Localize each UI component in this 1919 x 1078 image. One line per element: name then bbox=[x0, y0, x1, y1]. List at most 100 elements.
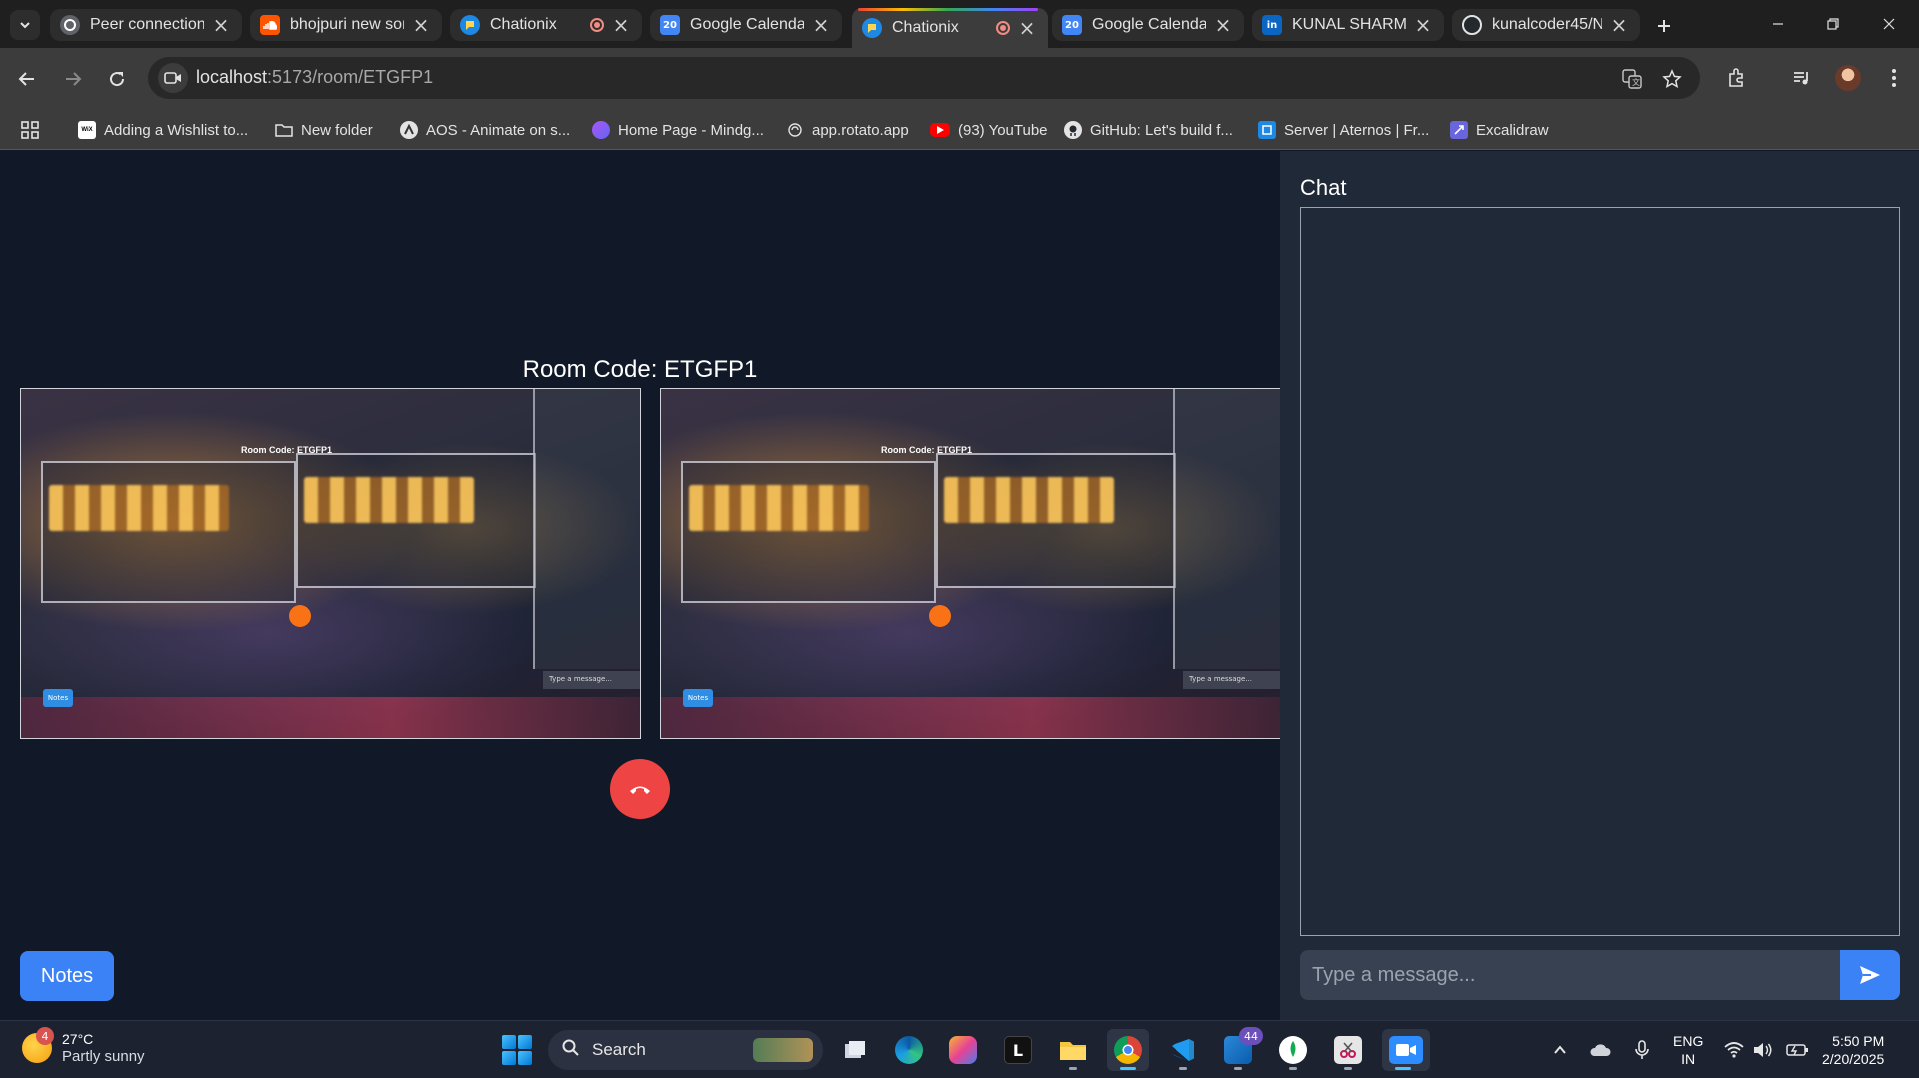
github-icon bbox=[1462, 15, 1482, 35]
bookmark-aos[interactable]: AOS - Animate on s... bbox=[400, 118, 570, 142]
chat-message-input[interactable] bbox=[1300, 950, 1840, 1000]
taskbar-file-explorer[interactable] bbox=[1052, 1029, 1094, 1071]
taskbar-search[interactable]: Search bbox=[548, 1030, 823, 1070]
apps-grid-icon[interactable] bbox=[20, 118, 40, 142]
reload-button[interactable] bbox=[100, 62, 134, 96]
input-language[interactable]: ENG IN bbox=[1673, 1032, 1703, 1068]
running-indicator bbox=[1344, 1067, 1352, 1070]
profile-avatar[interactable] bbox=[1835, 65, 1861, 91]
chationix-icon bbox=[460, 15, 480, 35]
show-hidden-icons[interactable] bbox=[1547, 1037, 1573, 1063]
taskbar-store[interactable]: 44 bbox=[1217, 1027, 1263, 1071]
new-tab-button[interactable] bbox=[1650, 12, 1678, 40]
url-text: localhost:5173/room/ETGFP1 bbox=[196, 67, 433, 88]
taskbar-l-app[interactable]: L bbox=[997, 1029, 1039, 1071]
taskbar-copilot[interactable] bbox=[942, 1029, 984, 1071]
task-view-button[interactable] bbox=[834, 1029, 876, 1071]
taskbar-mongodb[interactable] bbox=[1272, 1029, 1314, 1071]
bookmark-excalidraw[interactable]: Excalidraw bbox=[1450, 118, 1549, 142]
onedrive-icon[interactable] bbox=[1587, 1037, 1613, 1063]
clock-time: 5:50 PM bbox=[1832, 1033, 1885, 1049]
close-icon[interactable]: × bbox=[1016, 16, 1038, 40]
bookmark-wix[interactable]: WiX Adding a Wishlist to... bbox=[78, 118, 248, 142]
video-end-call-reflection bbox=[289, 605, 311, 627]
weather-text: 27°C Partly sunny bbox=[62, 1031, 145, 1065]
menu-kebab-icon[interactable] bbox=[1878, 62, 1910, 94]
address-bar[interactable]: localhost:5173/room/ETGFP1 文 bbox=[148, 57, 1700, 99]
close-icon[interactable]: × bbox=[1412, 13, 1434, 37]
notification-badge: 44 bbox=[1239, 1027, 1263, 1045]
restore-button[interactable] bbox=[1810, 8, 1856, 40]
bookmark-youtube[interactable]: (93) YouTube bbox=[930, 118, 1048, 142]
volume-icon[interactable] bbox=[1750, 1037, 1776, 1063]
peer-icon bbox=[60, 15, 80, 35]
bookmark-rotato[interactable]: app.rotato.app bbox=[786, 118, 909, 142]
close-icon[interactable]: × bbox=[410, 13, 432, 37]
weather-widget[interactable]: 4 27°C Partly sunny bbox=[22, 1027, 145, 1065]
bookmark-new-folder[interactable]: New folder bbox=[275, 118, 373, 142]
back-button[interactable] bbox=[10, 62, 44, 96]
arrow-right-icon bbox=[66, 72, 82, 86]
taskbar-chrome[interactable] bbox=[1107, 1029, 1149, 1071]
video-glow bbox=[304, 477, 474, 523]
system-clock[interactable]: 5:50 PM 2/20/2025 bbox=[1822, 1032, 1884, 1068]
minimize-icon bbox=[1773, 23, 1783, 25]
close-icon[interactable]: × bbox=[610, 13, 632, 37]
close-icon[interactable]: × bbox=[1608, 13, 1630, 37]
send-button[interactable] bbox=[1840, 950, 1900, 1000]
tab-peer-connection[interactable]: Peer connection × bbox=[50, 9, 242, 41]
tab-github[interactable]: kunalcoder45/N × bbox=[1452, 9, 1640, 41]
close-icon[interactable]: × bbox=[210, 13, 232, 37]
soundcloud-icon bbox=[260, 15, 280, 35]
bookmark-github[interactable]: GitHub: Let's build f... bbox=[1064, 118, 1233, 142]
bookmark-mindgrasp[interactable]: Home Page - Mindg... bbox=[592, 118, 764, 142]
mindgrasp-icon bbox=[592, 121, 610, 139]
tab-chationix-1[interactable]: Chationix × bbox=[450, 9, 642, 41]
start-button[interactable] bbox=[502, 1035, 532, 1065]
battery-icon[interactable] bbox=[1785, 1037, 1811, 1063]
wix-icon: WiX bbox=[78, 121, 96, 139]
tab-bhojpuri[interactable]: bhojpuri new sor × bbox=[250, 9, 442, 41]
end-call-button[interactable] bbox=[610, 759, 670, 819]
taskbar-snipping-tool[interactable] bbox=[1327, 1029, 1369, 1071]
tab-title: KUNAL SHARMA bbox=[1292, 16, 1406, 33]
extensions-icon[interactable] bbox=[1720, 62, 1752, 94]
windows-taskbar: 4 27°C Partly sunny Search L 44 ENG IN 5… bbox=[0, 1020, 1919, 1078]
chat-messages[interactable] bbox=[1300, 207, 1900, 936]
close-window-button[interactable] bbox=[1866, 8, 1912, 40]
bookmark-aternos[interactable]: Server | Aternos | Fr... bbox=[1258, 118, 1429, 142]
forward-button[interactable] bbox=[56, 62, 90, 96]
tab-linkedin[interactable]: in KUNAL SHARMA × bbox=[1252, 9, 1444, 41]
taskbar-vscode[interactable] bbox=[1162, 1029, 1204, 1071]
close-icon[interactable]: × bbox=[1212, 13, 1234, 37]
tab-search-button[interactable] bbox=[10, 10, 40, 40]
windows-logo-pane bbox=[518, 1035, 532, 1049]
send-icon bbox=[1860, 966, 1880, 984]
taskbar-edge[interactable] bbox=[888, 1029, 930, 1071]
translate-icon[interactable]: 文 bbox=[1620, 67, 1644, 91]
taskbar-zoom[interactable] bbox=[1382, 1029, 1430, 1071]
edge-icon bbox=[895, 1036, 923, 1064]
chevron-up-icon bbox=[1554, 1045, 1566, 1054]
tab-google-calendar-2[interactable]: 20 Google Calendar × bbox=[1052, 9, 1244, 41]
media-control-icon[interactable] bbox=[1786, 62, 1818, 94]
video-glow bbox=[944, 477, 1114, 523]
tab-title: Peer connection bbox=[90, 16, 204, 33]
wifi-icon[interactable] bbox=[1721, 1037, 1747, 1063]
reload-icon bbox=[110, 72, 125, 87]
close-icon[interactable]: × bbox=[810, 13, 832, 37]
video-inner-frame bbox=[296, 453, 536, 588]
tab-chationix-active[interactable]: Chationix × bbox=[852, 8, 1048, 48]
folder-icon bbox=[275, 121, 293, 139]
active-tab-indicator bbox=[858, 8, 1038, 11]
tab-title: Chationix bbox=[490, 16, 557, 33]
site-info-icon[interactable] bbox=[158, 63, 188, 93]
bookmark-star-icon[interactable] bbox=[1660, 67, 1684, 91]
microphone-icon[interactable] bbox=[1629, 1037, 1655, 1063]
bookmark-label: app.rotato.app bbox=[812, 121, 909, 139]
tab-google-calendar-1[interactable]: 20 Google Calendar × bbox=[650, 9, 842, 41]
notes-button[interactable]: Notes bbox=[20, 951, 114, 1001]
minimize-button[interactable] bbox=[1755, 8, 1801, 40]
snipping-tool-icon bbox=[1334, 1036, 1362, 1064]
task-view-icon bbox=[841, 1036, 869, 1064]
